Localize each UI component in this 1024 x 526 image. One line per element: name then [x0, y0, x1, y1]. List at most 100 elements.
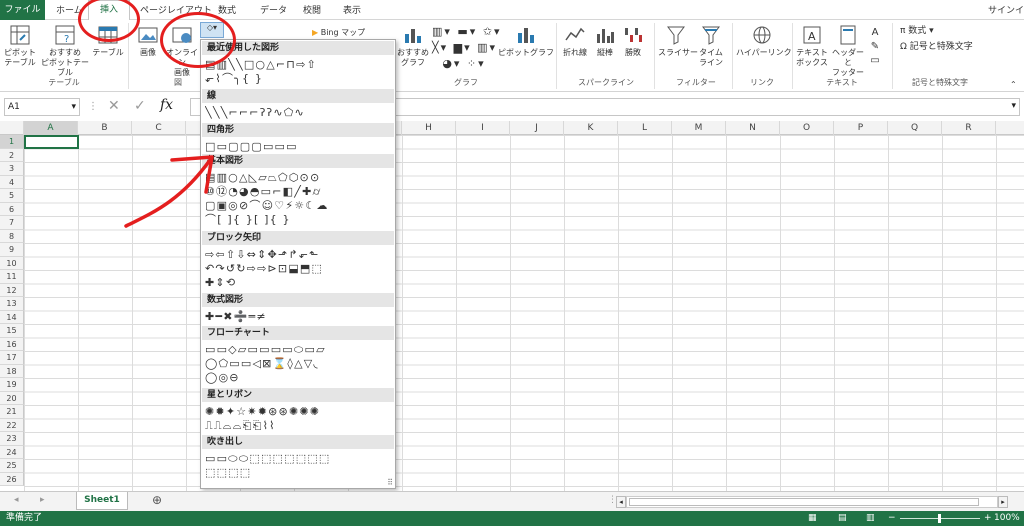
shape-row-recent-1[interactable]: ▤▥╲╲□○△⌐⊓⇨⇧: [205, 58, 391, 71]
select-all-corner[interactable]: [0, 121, 24, 135]
line-chart-icon[interactable]: ╳▾ ▆▾ ▥▾: [432, 40, 496, 56]
recommended-charts-button[interactable]: おすすめ グラフ: [396, 24, 430, 68]
column-header-j[interactable]: J: [510, 121, 564, 135]
sheet-tab-sheet1[interactable]: Sheet1: [76, 492, 128, 510]
sparkline-column-button[interactable]: 縦棒: [592, 24, 618, 58]
shape-row-flowchart-2[interactable]: ◯⬠▭▭◁⊠⌛◊△▽◟: [205, 357, 391, 370]
tab-data[interactable]: データ: [260, 3, 287, 16]
object-icon[interactable]: ▭: [868, 54, 882, 68]
enter-icon[interactable]: ✓: [134, 98, 146, 114]
shape-row-basic-2[interactable]: ⑩⑫◔◕◓▭⌐◧╱✚⌭: [205, 185, 391, 198]
collapse-ribbon-icon[interactable]: ⌃: [1010, 80, 1017, 90]
row-header-25[interactable]: 25: [0, 459, 24, 473]
column-header-c[interactable]: C: [132, 121, 186, 135]
shape-row-rectangles[interactable]: □▭▢▢▢▭▭▭: [205, 140, 391, 153]
column-header-k[interactable]: K: [564, 121, 618, 135]
zoom-slider[interactable]: [900, 514, 980, 523]
active-cell-a1[interactable]: [24, 135, 79, 149]
hyperlink-button[interactable]: ハイパーリンク: [736, 24, 792, 58]
sparkline-line-button[interactable]: 折れ線: [560, 24, 590, 58]
shape-row-stars-2[interactable]: ⎍⎍⌓⌓⎗⎗⌇⌇: [205, 419, 391, 432]
equation-button[interactable]: π 数式 ▾: [900, 26, 934, 36]
slicer-button[interactable]: スライサー: [658, 24, 698, 58]
column-header-q[interactable]: Q: [888, 121, 942, 135]
shape-row-basic-3[interactable]: ▢▣◎⊘⌒☺♡⚡☼☾☁: [205, 199, 391, 212]
row-header-24[interactable]: 24: [0, 445, 24, 459]
row-header-4[interactable]: 4: [0, 175, 24, 189]
cancel-icon[interactable]: ✕: [108, 98, 120, 114]
hscroll-right-button[interactable]: ▸: [998, 496, 1008, 508]
horizontal-scrollbar[interactable]: [626, 496, 998, 508]
resize-grip-icon[interactable]: ⠿: [387, 478, 393, 487]
column-header-i[interactable]: I: [456, 121, 510, 135]
row-header-9[interactable]: 9: [0, 243, 24, 257]
textbox-button[interactable]: A テキスト ボックス: [796, 24, 828, 68]
row-header-8[interactable]: 8: [0, 229, 24, 243]
row-header-26[interactable]: 26: [0, 472, 24, 486]
row-header-7[interactable]: 7: [0, 216, 24, 230]
formula-bar-grip[interactable]: ⋮: [88, 98, 98, 116]
column-chart-icon[interactable]: ▥▾ ▬▾ ✩▾: [432, 24, 500, 40]
insert-function-button[interactable]: fx: [160, 97, 173, 113]
sparkline-winloss-button[interactable]: 勝敗: [620, 24, 646, 58]
column-header-r[interactable]: R: [942, 121, 996, 135]
shape-row-recent-2[interactable]: ⬐⌇⌒╮{ }: [205, 72, 391, 85]
row-header-22[interactable]: 22: [0, 418, 24, 432]
hscroll-left-button[interactable]: ◂: [616, 496, 626, 508]
shape-row-basic-1[interactable]: ▤▥○△◺▱⏢⬠⬡⊙⊙: [205, 171, 391, 184]
column-header-p[interactable]: P: [834, 121, 888, 135]
timeline-button[interactable]: タイム ライン: [696, 24, 726, 68]
row-header-18[interactable]: 18: [0, 364, 24, 378]
row-header-21[interactable]: 21: [0, 405, 24, 419]
expand-formula-icon[interactable]: ▾: [1011, 101, 1016, 111]
row-header-6[interactable]: 6: [0, 202, 24, 216]
name-box[interactable]: A1 ▾: [4, 98, 80, 116]
shape-row-callouts-2[interactable]: ⬚⬚⬚⬚: [205, 466, 391, 479]
row-header-19[interactable]: 19: [0, 378, 24, 392]
normal-view-icon[interactable]: ▦: [808, 511, 817, 526]
sign-in-link[interactable]: サインイン: [988, 3, 1024, 16]
shape-row-flowchart-1[interactable]: ▭▭◇▱▭▭▭▭⬭▭▱: [205, 343, 391, 356]
symbol-button[interactable]: Ω 記号と特殊文字: [900, 42, 973, 52]
row-header-1[interactable]: 1: [0, 135, 24, 149]
column-header-n[interactable]: N: [726, 121, 780, 135]
shape-row-arrows-3[interactable]: ✚⇕⟲: [205, 276, 391, 289]
column-header-h[interactable]: H: [402, 121, 456, 135]
shape-row-equation[interactable]: ✚━✖➗═≠: [205, 310, 391, 323]
row-header-11[interactable]: 11: [0, 270, 24, 284]
shape-row-arrows-2[interactable]: ↶↷↺↻⇨⇨⊳⊡⬓⬒⬚: [205, 262, 391, 275]
chevron-down-icon[interactable]: ▾: [71, 99, 76, 115]
column-header-o[interactable]: O: [780, 121, 834, 135]
shape-row-basic-4[interactable]: ⌒[ ]{ }[ ]{ }: [205, 213, 391, 226]
pie-chart-icon[interactable]: ◕▾ ⁘▾: [432, 56, 496, 72]
scroll-right-icon[interactable]: ▸: [40, 495, 45, 505]
row-header-16[interactable]: 16: [0, 337, 24, 351]
tab-formulas[interactable]: 数式: [218, 3, 236, 16]
scroll-left-icon[interactable]: ◂: [14, 495, 19, 505]
pivot-chart-button[interactable]: ピボットグラフ: [498, 24, 554, 58]
shape-row-callouts-1[interactable]: ▭▭⬭⬭⬚⬚⬚⬚⬚⬚⬚: [205, 452, 391, 465]
row-header-17[interactable]: 17: [0, 351, 24, 365]
text-extra-buttons[interactable]: A ✎ ▭: [868, 26, 882, 68]
chart-type-buttons[interactable]: ▥▾ ▬▾ ✩▾ ╳▾ ▆▾ ▥▾ ◕▾ ⁘▾: [432, 24, 500, 72]
add-sheet-button[interactable]: ⊕: [152, 493, 162, 507]
zoom-in-icon[interactable]: +: [984, 511, 992, 526]
row-header-14[interactable]: 14: [0, 310, 24, 324]
row-header-12[interactable]: 12: [0, 283, 24, 297]
row-header-13[interactable]: 13: [0, 297, 24, 311]
zoom-level[interactable]: 100%: [994, 511, 1020, 526]
column-header-l[interactable]: L: [618, 121, 672, 135]
header-footer-button[interactable]: ヘッダーと フッター: [830, 24, 866, 78]
column-header-m[interactable]: M: [672, 121, 726, 135]
tab-file[interactable]: ファイル: [0, 0, 45, 20]
bing-maps-button[interactable]: ▶ Bing マップ: [312, 28, 365, 38]
row-header-23[interactable]: 23: [0, 432, 24, 446]
zoom-out-icon[interactable]: −: [888, 511, 896, 526]
hscroll-thumb[interactable]: [629, 498, 979, 506]
zoom-slider-thumb[interactable]: [938, 514, 941, 523]
row-header-15[interactable]: 15: [0, 324, 24, 338]
page-break-view-icon[interactable]: ▥: [866, 511, 875, 526]
pivot-table-button[interactable]: ピボット テーブル: [4, 24, 36, 68]
row-header-10[interactable]: 10: [0, 256, 24, 270]
shape-row-lines[interactable]: ╲╲╲⌐⌐⌐ʔʔ∿⬠∿: [205, 106, 391, 119]
